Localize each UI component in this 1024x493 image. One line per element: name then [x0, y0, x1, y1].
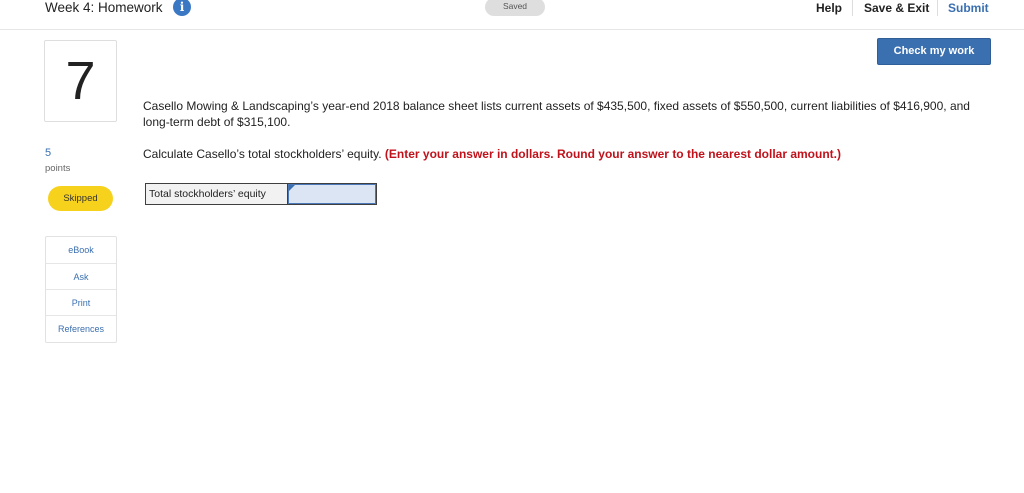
- question-tools-list: eBook Ask Print References: [45, 236, 117, 343]
- submit-button[interactable]: Submit: [948, 0, 989, 16]
- question-number-box: 7: [44, 40, 117, 122]
- question-body: Casello Mowing & Landscaping’s year-end …: [143, 99, 970, 129]
- question-number: 7: [65, 51, 96, 111]
- save-exit-button[interactable]: Save & Exit: [864, 0, 929, 16]
- answer-input-cell[interactable]: [288, 184, 376, 204]
- ask-link[interactable]: Ask: [46, 264, 116, 290]
- points-value: 5: [45, 147, 52, 159]
- points-label: points: [45, 163, 71, 174]
- question-instruction: (Enter your answer in dollars. Round you…: [384, 147, 841, 161]
- top-bar: Week 4: Homework i Saved Help Save & Exi…: [0, 0, 1024, 30]
- help-button[interactable]: Help: [816, 0, 842, 16]
- answer-table: Total stockholders’ equity: [145, 183, 377, 205]
- question-prompt: Calculate Casello’s total stockholders’ …: [143, 147, 382, 161]
- assignment-title: Week 4: Homework: [45, 0, 163, 15]
- print-link[interactable]: Print: [46, 290, 116, 316]
- answer-label: Total stockholders’ equity: [146, 184, 288, 204]
- check-my-work-button[interactable]: Check my work: [877, 38, 991, 65]
- skipped-status-badge: Skipped: [48, 186, 113, 211]
- stockholders-equity-input[interactable]: [289, 186, 375, 204]
- saved-status-badge: Saved: [485, 0, 545, 16]
- ebook-link[interactable]: eBook: [46, 237, 116, 264]
- nav-divider: [937, 0, 938, 16]
- nav-divider: [852, 0, 853, 16]
- references-link[interactable]: References: [46, 316, 116, 342]
- info-icon[interactable]: i: [173, 0, 191, 16]
- question-prompt-line: Calculate Casello’s total stockholders’ …: [143, 146, 973, 162]
